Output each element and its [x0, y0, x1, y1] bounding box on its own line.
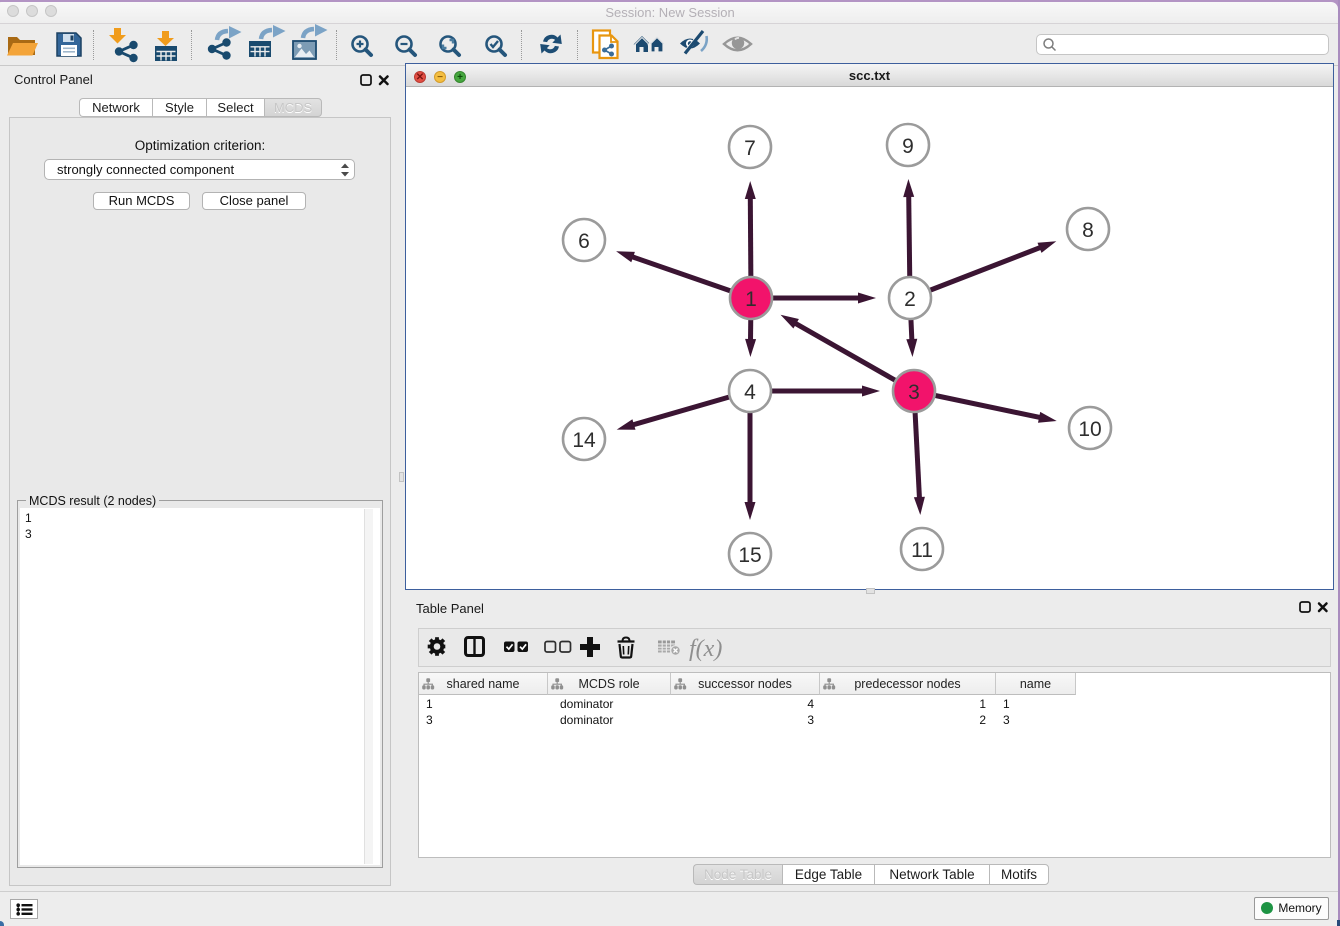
svg-text:14: 14: [572, 429, 596, 452]
svg-text:2: 2: [904, 288, 916, 311]
svg-text:9: 9: [902, 135, 914, 158]
svg-text:8: 8: [1082, 219, 1094, 242]
svg-text:f(x): f(x): [689, 636, 722, 662]
svg-text:11: 11: [911, 539, 933, 562]
svg-text:3: 3: [908, 381, 920, 404]
svg-text:6: 6: [578, 230, 590, 253]
svg-text:15: 15: [738, 544, 761, 567]
svg-text:10: 10: [1078, 418, 1101, 441]
svg-text:1: 1: [745, 288, 757, 311]
svg-text:4: 4: [744, 381, 756, 404]
svg-text:7: 7: [744, 137, 756, 160]
